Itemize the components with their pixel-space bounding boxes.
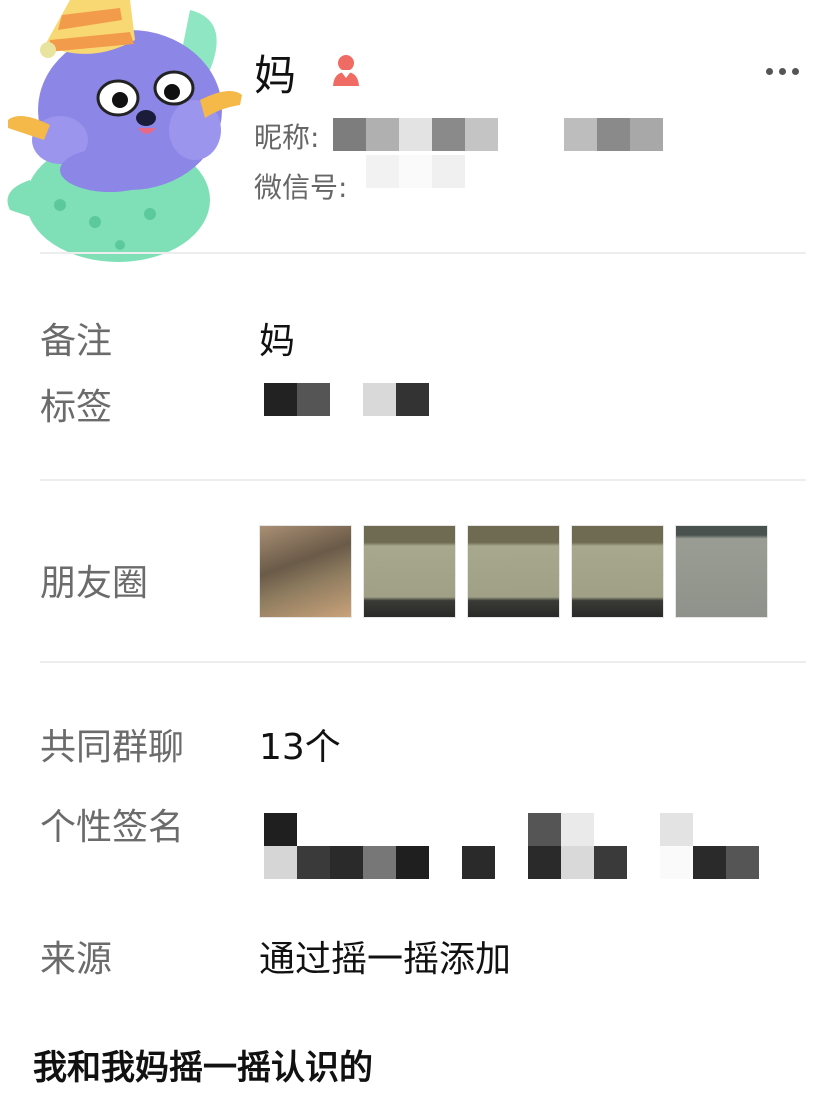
wechat-id-label: 微信号: — [254, 171, 348, 204]
common-groups-label: 共同群聊 — [40, 727, 185, 768]
nickname-blurred — [333, 118, 663, 151]
tags-label: 标签 — [40, 387, 113, 428]
moments-thumbnails[interactable] — [259, 525, 768, 618]
source-label: 来源 — [40, 939, 113, 980]
divider — [40, 661, 806, 663]
divider — [40, 252, 806, 254]
remark-label: 备注 — [40, 321, 113, 362]
female-icon — [333, 55, 359, 86]
nickname-label: 昵称: — [254, 121, 320, 154]
moments-photo[interactable] — [675, 525, 768, 618]
wechat-id-blurred — [366, 155, 465, 188]
more-dots-icon[interactable] — [762, 56, 804, 86]
remark-value[interactable]: 妈 — [259, 312, 295, 364]
caption-text: 我和我妈摇一摇认识的 — [33, 1048, 373, 1088]
moments-label: 朋友圈 — [40, 563, 149, 604]
contact-profile-page: 妈 昵称: 微信号: 备注 妈 标签 朋友圈 共同群聊 13个 个性签名 来源 … — [0, 0, 827, 1104]
moments-photo[interactable] — [363, 525, 456, 618]
moments-photo[interactable] — [259, 525, 352, 618]
tags-value-blurred[interactable] — [264, 383, 429, 416]
divider — [40, 479, 806, 481]
moments-photo[interactable] — [571, 525, 664, 618]
moments-photo[interactable] — [467, 525, 560, 618]
signature-label: 个性签名 — [40, 807, 185, 848]
source-value: 通过摇一摇添加 — [259, 939, 512, 980]
avatar[interactable] — [0, 0, 250, 278]
common-groups-value[interactable]: 13个 — [259, 718, 341, 770]
contact-name: 妈 — [254, 51, 297, 100]
